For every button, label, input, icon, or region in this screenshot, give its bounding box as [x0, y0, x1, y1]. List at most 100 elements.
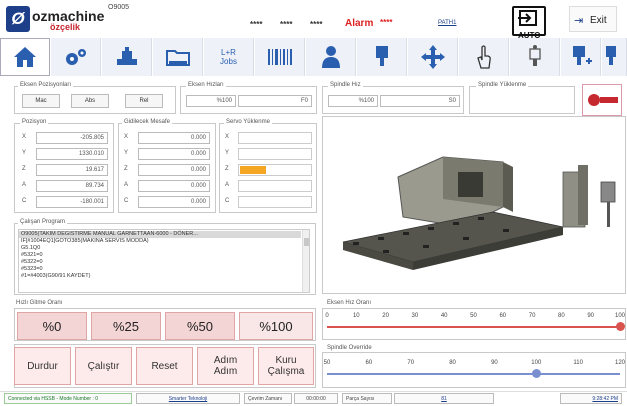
path-link[interactable]: PATH1 [438, 20, 456, 26]
parts-count-value[interactable]: 81 [394, 393, 494, 404]
rapid-0-button[interactable]: %0 [17, 312, 87, 340]
axis-rate-tick: 80 [558, 313, 565, 319]
servo-load-bar [238, 148, 312, 160]
axis-rate-label: Eksen Hız Oranı [325, 300, 374, 306]
program-listing[interactable]: O9005(TAKIM DEGISTIRME MANUAL GARNETTAAN… [18, 229, 310, 293]
servo-load-fill [240, 166, 266, 174]
axis-rate-knob[interactable] [616, 322, 625, 331]
axis-letter: Z [124, 166, 128, 172]
axis-letter: X [225, 134, 230, 140]
clock: 9:28:42 PM [560, 393, 622, 404]
toolbar-spindle-button[interactable] [510, 38, 560, 76]
toolbar-settings-button[interactable] [51, 38, 101, 76]
spindle-icon [528, 45, 541, 66]
axis-rate-tick: 20 [382, 313, 389, 319]
remaining-value: 0.000 [138, 148, 210, 160]
axis-letter: C [22, 198, 27, 204]
axis-letter: C [124, 198, 129, 204]
rapid-25-button[interactable]: %25 [91, 312, 161, 340]
servo-load-bar [238, 180, 312, 192]
exit-icon: ⇥ [574, 15, 584, 27]
toolbar-home-button[interactable] [0, 38, 50, 76]
axis-rate-tick: 10 [352, 313, 360, 319]
position-value: -205.805 [36, 132, 108, 144]
spindle-override-label: Spindle Override [325, 345, 374, 351]
toolbar-tool-button[interactable] [357, 38, 407, 76]
axis-letter: Y [225, 150, 230, 156]
toolbar-tool-add-button[interactable] [561, 38, 601, 76]
remaining-value: 0.000 [138, 164, 210, 176]
axis-letter: Z [22, 166, 26, 172]
spindle-override-tick: 70 [407, 360, 415, 366]
axis-rate-tick: 60 [499, 313, 507, 319]
position-value: 1330.010 [36, 148, 108, 160]
smarter-link[interactable]: Smarter Teknoloji [136, 393, 240, 404]
axis-rate-track[interactable] [327, 326, 620, 328]
exit-button[interactable]: ⇥ Exit [569, 6, 617, 32]
jobs-label: L+R Jobs [220, 48, 237, 66]
toolbar-move-button[interactable] [408, 38, 458, 76]
program-scrollbar[interactable] [302, 230, 309, 292]
remaining-value: 0.000 [138, 196, 210, 208]
logo-icon: Ø [6, 6, 30, 32]
mac-button[interactable]: Mac [22, 94, 60, 108]
scrollbar-thumb[interactable] [304, 238, 309, 246]
alarm-label: Alarm [345, 18, 374, 29]
axis-letter: C [225, 198, 230, 204]
dry-run-button[interactable]: Kuru Çalışma [258, 347, 314, 385]
servo-load-bar [238, 164, 312, 176]
axis-rate-tick: 40 [440, 313, 448, 319]
axis-speed-field: %100 [186, 95, 236, 107]
rapid-label: Hızlı Gitme Oranı [14, 300, 65, 306]
position-label: Pozisyon [20, 119, 49, 125]
axis-rate-tick: 50 [470, 313, 477, 319]
spindle-speed-field: %100 [328, 95, 378, 107]
axis-letter: X [22, 134, 27, 140]
position-value: 19.617 [36, 164, 108, 176]
spindle-override-tick: 90 [491, 360, 498, 366]
rel-button[interactable]: Rel [125, 94, 163, 108]
stop-button[interactable]: Durdur [14, 347, 71, 385]
toolbar-machine-button[interactable] [102, 38, 152, 76]
reset-button[interactable]: Reset [136, 347, 193, 385]
axis-rate-tick: 0 [325, 313, 329, 319]
step-button[interactable]: Adım Adım [197, 347, 254, 385]
axis-letter: A [225, 182, 230, 188]
rapid-100-button[interactable]: %100 [239, 312, 313, 340]
axis-rate-tick: 90 [587, 313, 595, 319]
program-line: G5.1Q0 [21, 245, 41, 251]
program-line: O9005(TAKIM DEGISTIRME MANUAL GARNETTAAN… [21, 231, 198, 237]
axis-feed-field: F0 [238, 95, 312, 107]
user-icon [321, 46, 340, 68]
remaining-value: 0.000 [138, 132, 210, 144]
spindle-override-panel [322, 352, 626, 388]
axis-letter: A [124, 182, 129, 188]
spindle-override-tick: 100 [531, 360, 542, 366]
gears-icon [65, 49, 86, 65]
abs-button[interactable]: Abs [71, 94, 109, 108]
machine-view [322, 116, 626, 294]
toolbar-barcode-button[interactable] [255, 38, 305, 76]
toolbar-folder-button[interactable] [153, 38, 203, 76]
rapid-50-button[interactable]: %50 [165, 312, 235, 340]
toolbar-hand-button[interactable] [459, 38, 509, 76]
servo-label: Servo Yüklenme [224, 119, 272, 125]
spindle-override-track[interactable] [327, 373, 620, 375]
toolbar-user-button[interactable] [306, 38, 356, 76]
toolbar-tool-next-button[interactable] [602, 38, 627, 76]
cycle-time-label: Çevrim Zamanı [244, 393, 292, 404]
toolbar-jobs-button[interactable]: L+R Jobs [204, 38, 254, 76]
run-button[interactable]: Çalıştır [75, 347, 132, 385]
axis-rate-tick: 70 [528, 313, 536, 319]
spindle-override-tick: 80 [449, 360, 456, 366]
axis-positions-label: Eksen Pozisyonları [18, 82, 74, 88]
position-value: -180.001 [36, 196, 108, 208]
axis-rate-tick: 100 [614, 313, 625, 319]
spindle-override-tick: 50 [323, 360, 331, 366]
spindle-override-tick: 110 [573, 360, 583, 366]
toolbar: L+R Jobs [0, 38, 627, 78]
program-label: Çalışan Program [18, 219, 68, 225]
servo-load-bar [238, 132, 312, 144]
alarm-stars: **** [380, 18, 393, 27]
brand-sub: özçelik [50, 22, 81, 32]
